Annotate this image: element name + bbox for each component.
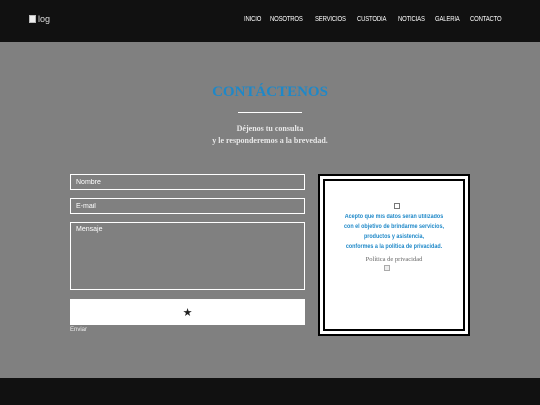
- nav-item-inicio[interactable]: INICIO: [244, 16, 261, 23]
- privacy-policy-link[interactable]: Política de privacidad: [325, 256, 463, 263]
- star-icon: ★: [182, 306, 193, 319]
- consent-text: Acepto que mis datos serán utilizados co…: [332, 212, 456, 252]
- nav-item-noticias[interactable]: NOTICIAS: [398, 16, 425, 23]
- logo[interactable]: log: [29, 14, 50, 24]
- footer: [0, 378, 540, 405]
- broken-image-icon: [384, 265, 390, 271]
- logo-alt-text: log: [38, 14, 51, 24]
- subtitle-line-1: Déjenos tu consulta: [236, 124, 304, 133]
- submit-button[interactable]: ★: [70, 299, 305, 325]
- broken-image-icon: [29, 15, 36, 23]
- message-field[interactable]: [70, 222, 305, 290]
- consent-box-inner: Acepto que mis datos serán utilizados co…: [323, 179, 465, 331]
- consent-line-4: conformes a la política de privacidad.: [345, 244, 443, 250]
- email-field[interactable]: [70, 198, 305, 214]
- consent-checkbox[interactable]: [394, 203, 400, 209]
- subtitle-line-2: y le responderemos a la brevedad.: [212, 136, 328, 145]
- consent-box: Acepto que mis datos serán utilizados co…: [318, 174, 470, 336]
- title-divider: [238, 112, 302, 113]
- nav-item-nosotros[interactable]: NOSOTROS: [270, 16, 303, 23]
- submit-label: Enviar: [70, 327, 88, 333]
- consent-line-3: productos y asistencia,: [363, 234, 425, 240]
- nav-item-servicios[interactable]: SERVICIOS: [315, 16, 346, 23]
- nav-item-contacto[interactable]: CONTACTO: [470, 16, 502, 23]
- nav-item-custodia[interactable]: CUSTODIA: [357, 16, 386, 23]
- name-field[interactable]: [70, 174, 305, 190]
- top-navbar: log INICIO NOSOTROS SERVICIOS CUSTODIA N…: [0, 0, 540, 42]
- page-title: CONTÁCTENOS: [212, 84, 328, 100]
- main-nav: INICIO NOSOTROS SERVICIOS CUSTODIA NOTIC…: [244, 16, 507, 23]
- consent-line-2: con el objetivo de brindarme servicios,: [344, 224, 444, 230]
- consent-line-1: Acepto que mis datos serán utilizados: [344, 214, 444, 220]
- nav-item-galeria[interactable]: GALERIA: [435, 16, 460, 23]
